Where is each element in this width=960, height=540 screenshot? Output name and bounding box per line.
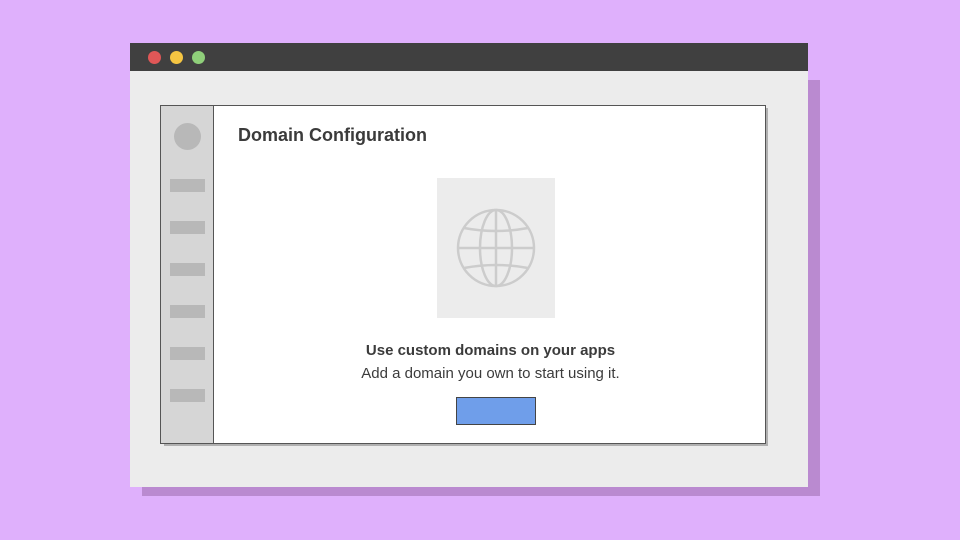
sidebar-item-5[interactable] — [170, 347, 205, 360]
page-title: Domain Configuration — [238, 125, 427, 145]
sidebar-item-4[interactable] — [170, 305, 205, 318]
sidebar-item-2[interactable] — [170, 221, 205, 234]
app-panel: Domain Configuration Use custom domains … — [160, 105, 766, 444]
add-domain-button[interactable] — [456, 397, 536, 425]
empty-state-heading: Use custom domains on your apps — [365, 342, 616, 359]
empty-state-illustration — [437, 178, 555, 318]
close-window-button[interactable] — [148, 51, 161, 64]
minimize-window-button[interactable] — [170, 51, 183, 64]
empty-state-description: Add a domain you own to start using it. — [361, 365, 620, 382]
sidebar-item-3[interactable] — [170, 263, 205, 276]
sidebar-item-6[interactable] — [170, 389, 205, 402]
window-titlebar[interactable] — [130, 43, 808, 71]
maximize-window-button[interactable] — [192, 51, 205, 64]
sidebar-item-1[interactable] — [170, 179, 205, 192]
globe-icon — [456, 208, 536, 288]
sidebar — [161, 106, 214, 443]
avatar[interactable] — [174, 123, 201, 150]
